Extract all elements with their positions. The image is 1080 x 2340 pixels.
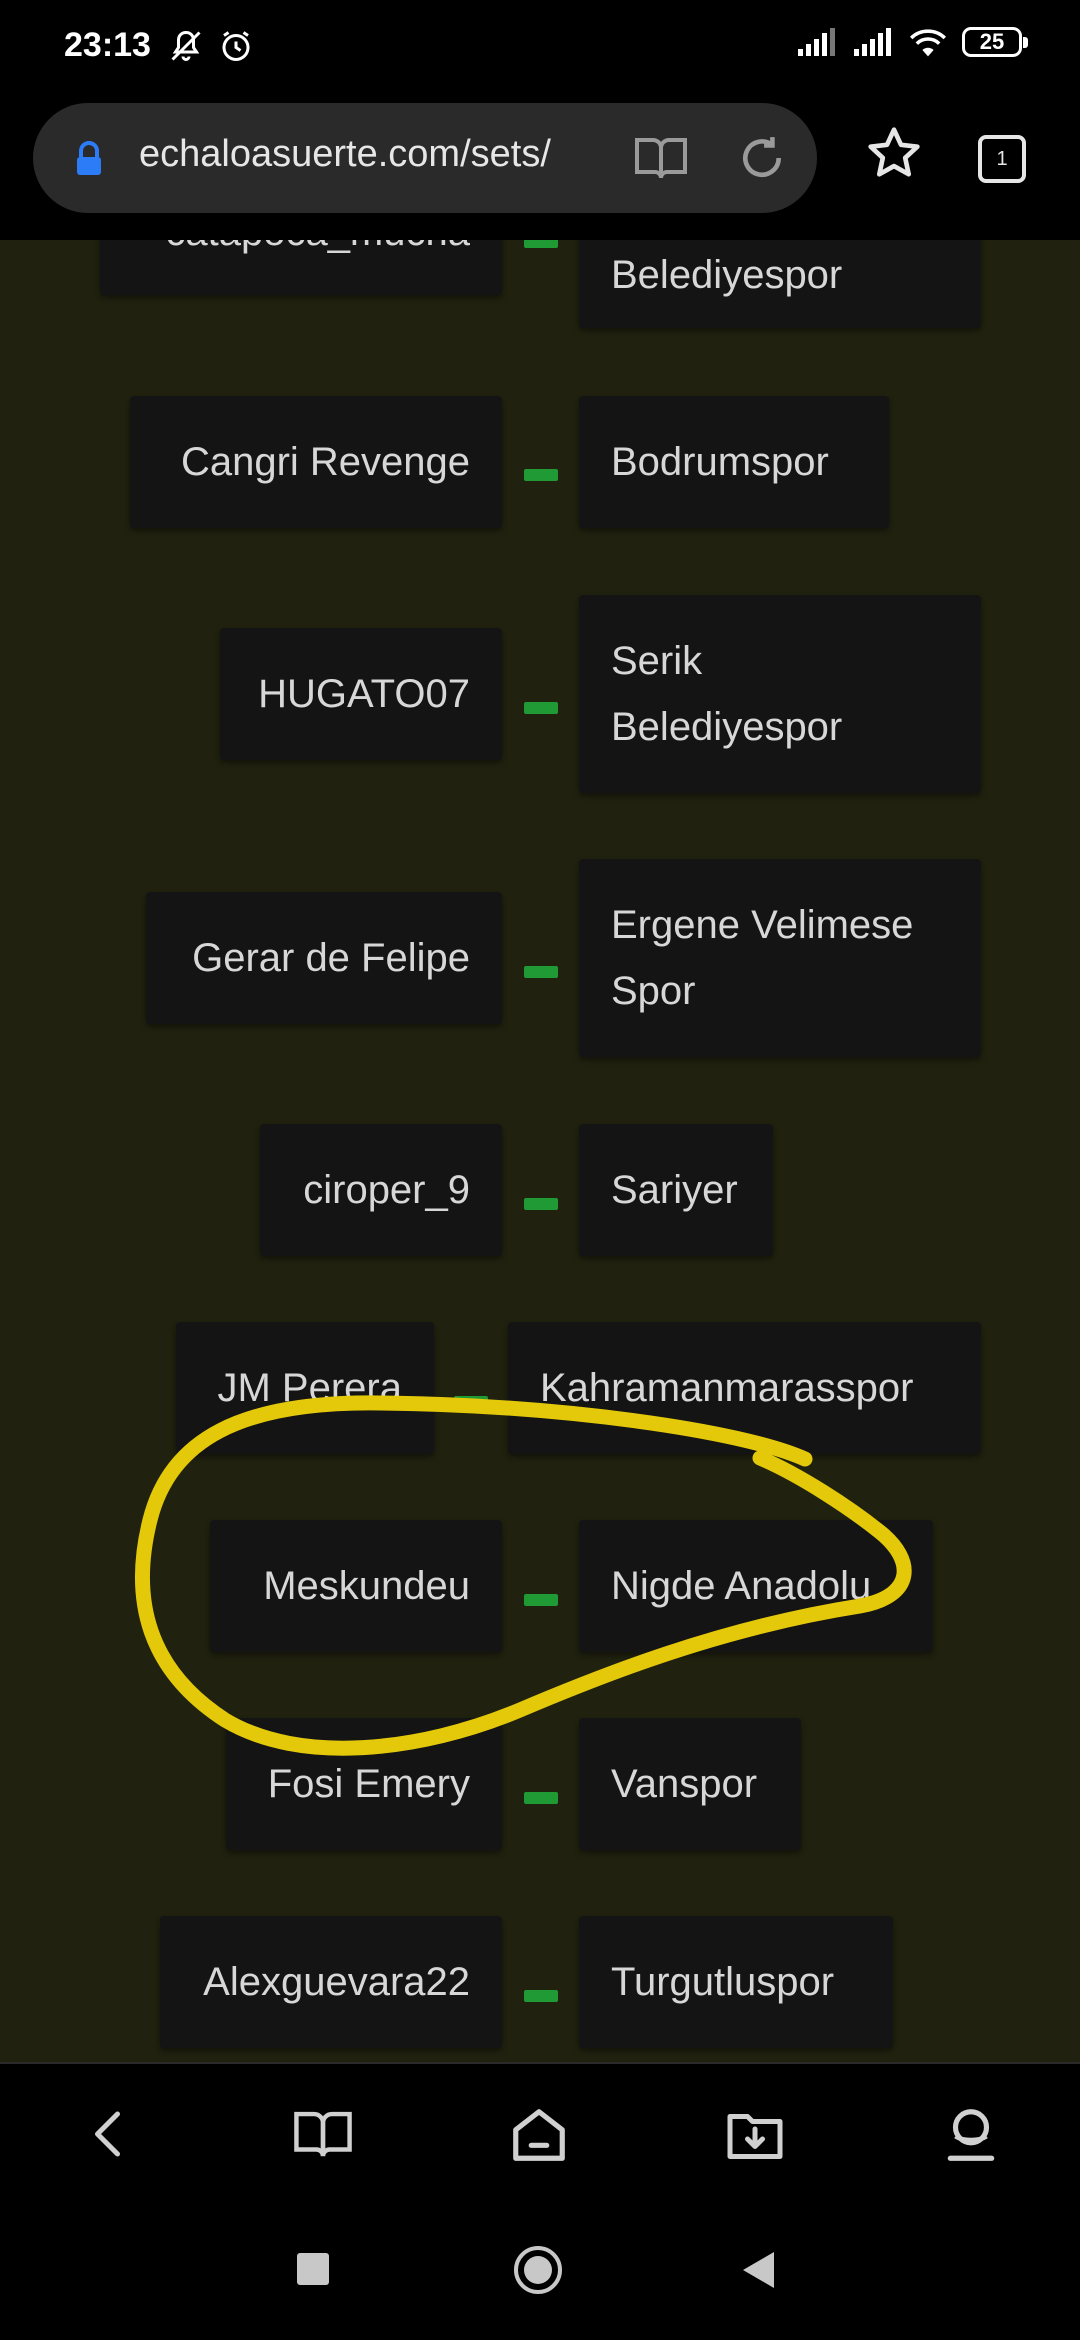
draw-results: catapoca_mucha Belediyespor Cangri Reven… (0, 240, 1080, 2062)
participant-box: Alexguevara22 (160, 1916, 502, 2048)
signal-icon-1 (798, 28, 835, 56)
team-box: Sariyer (579, 1124, 773, 1256)
lock-icon (77, 141, 101, 175)
team-name: Belediyespor (611, 253, 843, 297)
reader-mode-icon[interactable] (633, 133, 689, 183)
tab-count: 1 (996, 147, 1008, 170)
back-arrow-icon[interactable] (80, 2104, 140, 2164)
pair-dash (454, 1396, 488, 1408)
team-name: Bodrumspor (611, 440, 829, 484)
pair-dash (524, 966, 558, 978)
system-nav-bar (0, 2212, 1080, 2340)
pair-dash (524, 702, 558, 714)
status-bar: 23:13 25 (0, 0, 1080, 95)
team-box: Serik Belediyespor (579, 595, 981, 793)
profile-icon[interactable] (940, 2104, 1002, 2166)
participant-box: ciroper_9 (260, 1124, 502, 1256)
status-right-icons: 25 (796, 26, 1028, 58)
status-left-icons (168, 28, 254, 64)
team-box: Bodrumspor (579, 396, 889, 528)
recent-apps-square-icon[interactable] (296, 2252, 330, 2286)
signal-icon-2 (854, 28, 891, 56)
participant-name: Gerar de Felipe (192, 936, 470, 980)
team-box: Vanspor (579, 1718, 801, 1850)
team-name: Serik Belediyespor (611, 639, 843, 749)
participant-name: catapoca_mucha (165, 240, 470, 265)
battery-icon: 25 (962, 27, 1028, 57)
wifi-icon (909, 29, 947, 57)
back-triangle-icon[interactable] (740, 2250, 776, 2290)
home-icon[interactable] (508, 2104, 570, 2166)
participant-name: HUGATO07 (258, 672, 470, 716)
team-name: Vanspor (611, 1762, 758, 1806)
participant-box: JM Perera (176, 1322, 434, 1454)
team-name: Turgutluspor (611, 1960, 835, 2004)
team-box: Ergene Velimese Spor (579, 859, 981, 1057)
team-name: Sariyer (611, 1168, 738, 1212)
participant-box: catapoca_mucha (100, 240, 502, 295)
team-name: Nigde Anadolu (611, 1564, 872, 1608)
participant-box: Cangri Revenge (130, 396, 502, 528)
participant-name: Cangri Revenge (180, 440, 470, 484)
team-box: Kahramanmarasspor (508, 1322, 981, 1454)
pair-dash (524, 1198, 558, 1210)
team-name: Ergene Velimese Spor (611, 903, 914, 1013)
battery-level: 25 (979, 29, 1005, 54)
pair-dash (524, 1792, 558, 1804)
alarm-icon (222, 31, 250, 61)
participant-name: ciroper_9 (303, 1168, 470, 1212)
bookmarks-book-icon[interactable] (292, 2104, 354, 2164)
bell-muted-icon (171, 30, 201, 61)
bookmark-star-icon[interactable] (866, 125, 922, 181)
tabs-button[interactable]: 1 (978, 135, 1026, 183)
pair-dash (524, 1990, 558, 2002)
participant-box: Meskundeu (210, 1520, 502, 1652)
team-name: Kahramanmarasspor (540, 1366, 914, 1410)
address-bar[interactable]: echaloasuerte.com/sets/ (33, 103, 817, 213)
participant-name: Alexguevara22 (203, 1960, 470, 2004)
pair-dash (524, 1594, 558, 1606)
participant-box: Gerar de Felipe (146, 892, 502, 1024)
participant-box: HUGATO07 (220, 628, 502, 760)
pair-dash (524, 469, 558, 481)
reload-icon[interactable] (737, 133, 787, 183)
team-box: Belediyespor (579, 240, 981, 328)
participant-name: JM Perera (217, 1366, 403, 1410)
downloads-icon[interactable] (724, 2104, 786, 2164)
url-text[interactable]: echaloasuerte.com/sets/ (139, 133, 617, 176)
participant-name: Meskundeu (263, 1564, 470, 1608)
team-box: Turgutluspor (579, 1916, 893, 2048)
status-time: 23:13 (64, 26, 151, 64)
pair-dash (524, 240, 558, 248)
participant-box: Fosi Emery (226, 1718, 502, 1850)
home-circle-icon[interactable] (512, 2244, 564, 2296)
team-box: Nigde Anadolu (579, 1520, 933, 1652)
browser-bottom-nav (0, 2062, 1080, 2212)
browser-toolbar: echaloasuerte.com/sets/ 1 (0, 95, 1080, 240)
participant-name: Fosi Emery (267, 1762, 470, 1806)
